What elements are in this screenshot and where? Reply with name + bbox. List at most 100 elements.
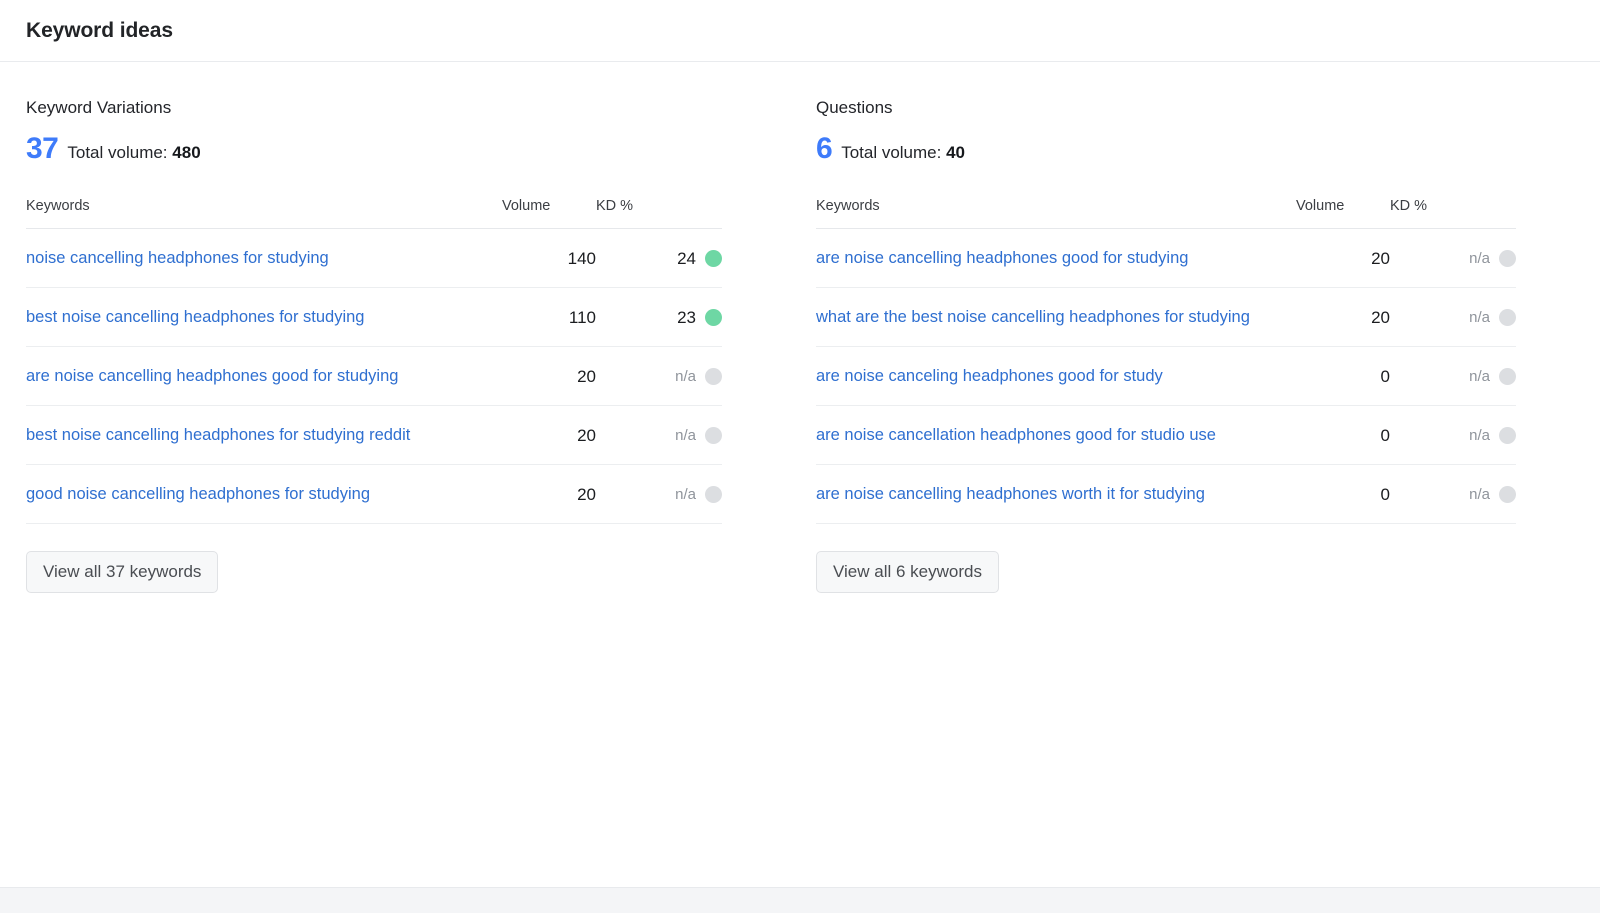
keyword-variations-table: Keywords Volume KD % noise cancelling he… — [26, 198, 722, 524]
kd-cell: 23 — [596, 288, 722, 347]
view-all-variations-wrap: View all 37 keywords — [26, 524, 722, 593]
kd-value: n/a — [1469, 308, 1490, 326]
keyword-link[interactable]: are noise canceling headphones good for … — [816, 367, 1163, 385]
kd-status-dot-icon — [1499, 249, 1516, 267]
table-row: best noise cancelling headphones for stu… — [26, 288, 722, 347]
keyword-link[interactable]: good noise cancelling headphones for stu… — [26, 485, 370, 503]
volume-cell: 20 — [577, 484, 596, 504]
column-header-kd[interactable]: KD % — [1390, 198, 1516, 229]
kd-cell: n/a — [596, 465, 722, 524]
table-row: good noise cancelling headphones for stu… — [26, 465, 722, 524]
kd-wrap: 24 — [677, 249, 722, 269]
kd-value: n/a — [1469, 485, 1490, 503]
table-header-row: Keywords Volume KD % — [26, 198, 722, 229]
questions-table: Keywords Volume KD % are noise cancellin… — [816, 198, 1516, 524]
kd-status-dot-icon — [1499, 367, 1516, 385]
volume-cell: 20 — [577, 366, 596, 386]
kd-value: n/a — [1469, 367, 1490, 385]
kd-value: n/a — [1469, 249, 1490, 267]
kd-cell: n/a — [1390, 229, 1516, 288]
kd-value: n/a — [675, 367, 696, 385]
kd-cell: 24 — [596, 229, 722, 288]
keyword-link[interactable]: are noise cancelling headphones worth it… — [816, 485, 1205, 503]
volume-cell: 0 — [1380, 425, 1390, 445]
table-row: best noise cancelling headphones for stu… — [26, 406, 722, 465]
view-all-questions-button[interactable]: View all 6 keywords — [816, 551, 999, 593]
total-volume-value: 480 — [172, 143, 201, 162]
keyword-cell: what are the best noise cancelling headp… — [816, 288, 1296, 347]
kd-value: 23 — [677, 307, 696, 327]
keyword-ideas-card: Keyword ideas Keyword Variations 37 Tota… — [0, 0, 1600, 888]
keyword-variations-total-volume: Total volume: 480 — [67, 143, 200, 163]
questions-count: 6 — [816, 132, 833, 165]
table-row: noise cancelling headphones for studying… — [26, 229, 722, 288]
total-volume-label: Total volume: — [841, 143, 942, 162]
keyword-cell: are noise canceling headphones good for … — [816, 347, 1296, 406]
questions-total-volume: Total volume: 40 — [841, 143, 965, 163]
card-body: Keyword Variations 37 Total volume: 480 … — [0, 62, 1600, 593]
keyword-link[interactable]: best noise cancelling headphones for stu… — [26, 426, 410, 444]
keyword-cell: are noise cancelling headphones good for… — [816, 229, 1296, 288]
volume-cell: 20 — [1371, 248, 1390, 268]
keyword-link[interactable]: noise cancelling headphones for studying — [26, 249, 329, 267]
keyword-link[interactable]: are noise cancelling headphones good for… — [26, 367, 398, 385]
volume-cell: 0 — [1380, 366, 1390, 386]
keyword-variations-column: Keyword Variations 37 Total volume: 480 … — [0, 62, 790, 593]
table-header-row: Keywords Volume KD % — [816, 198, 1516, 229]
kd-cell: n/a — [596, 347, 722, 406]
kd-value: n/a — [1469, 426, 1490, 444]
volume-cell: 20 — [577, 425, 596, 445]
volume-cell: 140 — [567, 248, 596, 268]
keyword-link[interactable]: are noise cancelling headphones good for… — [816, 249, 1188, 267]
table-row: are noise cancelling headphones good for… — [816, 229, 1516, 288]
volume-cell: 110 — [568, 307, 596, 327]
keyword-link[interactable]: best noise cancelling headphones for stu… — [26, 308, 364, 326]
keyword-cell: are noise cancelling headphones worth it… — [816, 465, 1296, 524]
kd-status-dot-icon — [705, 367, 722, 385]
kd-wrap: n/a — [675, 426, 722, 444]
kd-cell: n/a — [596, 406, 722, 465]
column-header-volume[interactable]: Volume — [502, 198, 596, 229]
keyword-link[interactable]: are noise cancellation headphones good f… — [816, 426, 1216, 444]
keyword-variations-count: 37 — [26, 132, 59, 165]
view-all-variations-button[interactable]: View all 37 keywords — [26, 551, 219, 593]
volume-cell: 0 — [1380, 484, 1390, 504]
table-head: Keywords Volume KD % — [26, 198, 722, 229]
kd-cell: n/a — [1390, 347, 1516, 406]
total-volume-value: 40 — [946, 143, 966, 162]
kd-status-dot-icon — [705, 485, 722, 503]
column-header-keywords[interactable]: Keywords — [816, 198, 1296, 229]
kd-status-dot-icon — [1499, 426, 1516, 444]
table-body: noise cancelling headphones for studying… — [26, 229, 722, 524]
kd-status-dot-icon — [705, 250, 722, 267]
kd-cell: n/a — [1390, 465, 1516, 524]
kd-cell: n/a — [1390, 406, 1516, 465]
total-volume-label: Total volume: — [67, 143, 168, 162]
kd-wrap: n/a — [1469, 308, 1516, 326]
kd-wrap: n/a — [1469, 249, 1516, 267]
questions-column: Questions 6 Total volume: 40 Keywords Vo… — [790, 62, 1600, 593]
table-row: are noise cancellation headphones good f… — [816, 406, 1516, 465]
table-row: are noise canceling headphones good for … — [816, 347, 1516, 406]
keyword-variations-summary: 37 Total volume: 480 — [26, 134, 722, 164]
keyword-cell: best noise cancelling headphones for stu… — [26, 406, 502, 465]
kd-status-dot-icon — [1499, 485, 1516, 503]
column-header-kd[interactable]: KD % — [596, 198, 722, 229]
table-body: are noise cancelling headphones good for… — [816, 229, 1516, 524]
table-row: are noise cancelling headphones good for… — [26, 347, 722, 406]
kd-wrap: n/a — [1469, 426, 1516, 444]
kd-wrap: 23 — [677, 308, 722, 328]
kd-status-dot-icon — [705, 309, 722, 326]
volume-cell: 20 — [1371, 307, 1390, 327]
kd-wrap: n/a — [675, 485, 722, 503]
kd-value: n/a — [675, 426, 696, 444]
keyword-link[interactable]: what are the best noise cancelling headp… — [816, 308, 1250, 326]
questions-summary: 6 Total volume: 40 — [816, 134, 1516, 164]
questions-title: Questions — [816, 98, 893, 117]
kd-cell: n/a — [1390, 288, 1516, 347]
column-header-volume[interactable]: Volume — [1296, 198, 1390, 229]
kd-wrap: n/a — [1469, 485, 1516, 503]
table-row: are noise cancelling headphones worth it… — [816, 465, 1516, 524]
keyword-cell: best noise cancelling headphones for stu… — [26, 288, 502, 347]
column-header-keywords[interactable]: Keywords — [26, 198, 502, 229]
